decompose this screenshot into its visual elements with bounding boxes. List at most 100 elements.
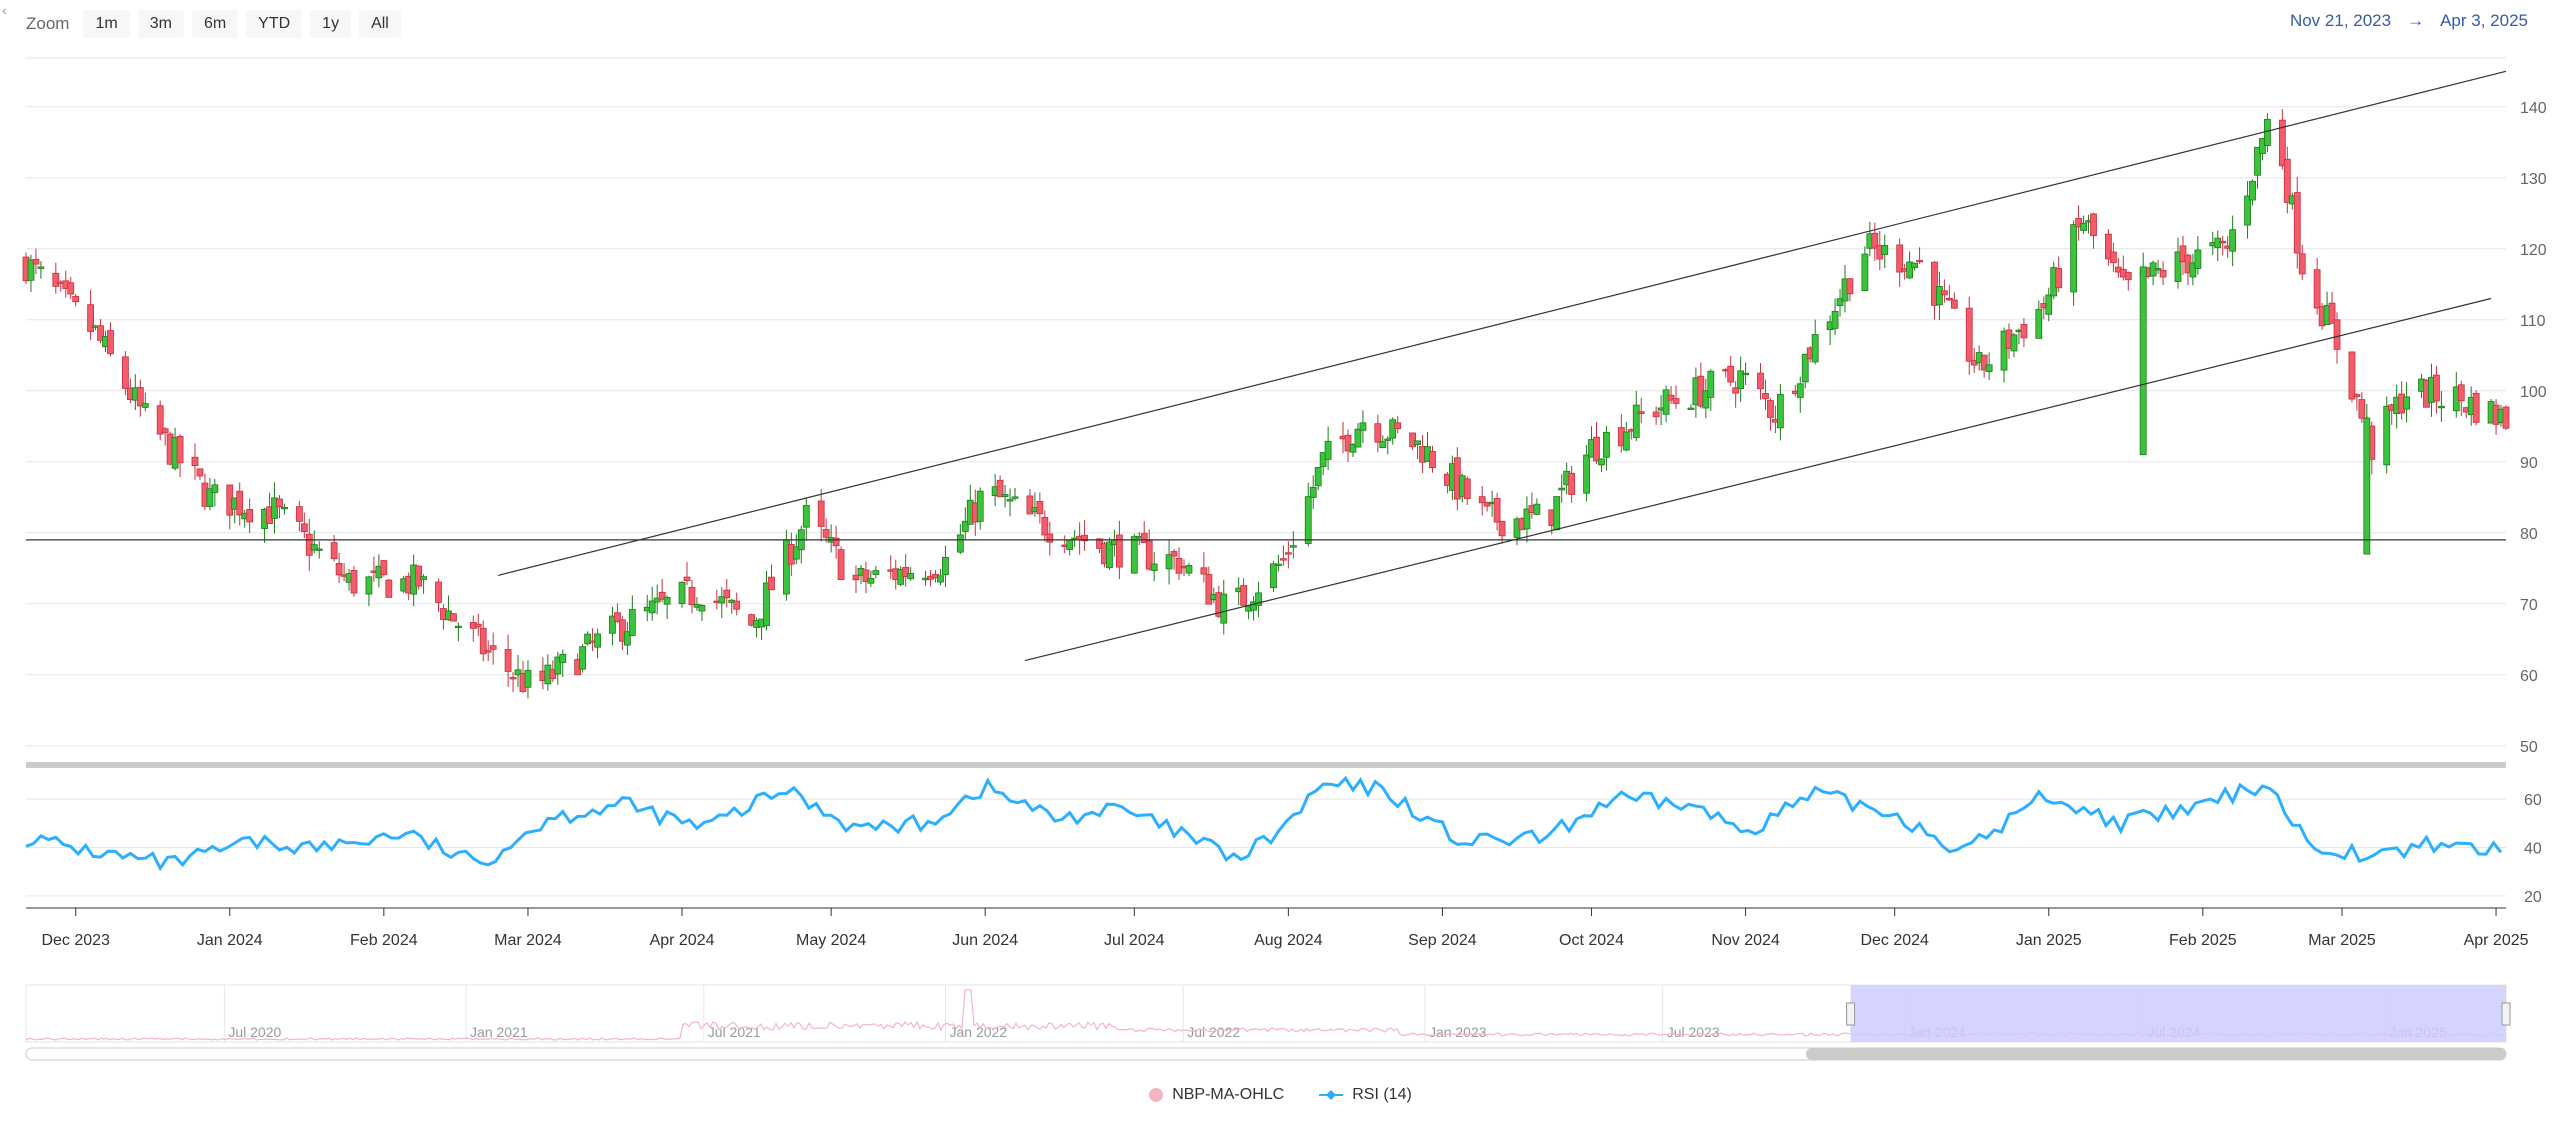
candle-body[interactable] bbox=[1493, 498, 1501, 523]
candle-body[interactable] bbox=[872, 570, 880, 575]
candle-body[interactable] bbox=[907, 573, 915, 580]
candle-body[interactable] bbox=[2249, 180, 2256, 201]
candle-body[interactable] bbox=[330, 542, 338, 560]
candle-body[interactable] bbox=[1359, 422, 1367, 431]
candle-body[interactable] bbox=[435, 581, 442, 603]
zoom-1m-button[interactable]: 1m bbox=[83, 10, 130, 38]
candle-body[interactable] bbox=[2045, 294, 2053, 315]
candle-body[interactable] bbox=[315, 548, 323, 551]
candle-body[interactable] bbox=[1950, 299, 1958, 309]
candle-body[interactable] bbox=[1965, 307, 1973, 362]
candle-body[interactable] bbox=[136, 387, 144, 407]
candle-body[interactable] bbox=[450, 613, 457, 622]
candle-body[interactable] bbox=[1896, 244, 1904, 273]
candle-body[interactable] bbox=[956, 534, 964, 553]
candle-body[interactable] bbox=[32, 258, 40, 265]
candle-body[interactable] bbox=[191, 456, 199, 467]
rsi-line[interactable] bbox=[25, 775, 2503, 872]
candle-body[interactable] bbox=[1583, 454, 1590, 494]
candle-body[interactable] bbox=[2020, 324, 2028, 339]
candlestick-series[interactable] bbox=[22, 109, 2510, 699]
candle-body[interactable] bbox=[1429, 451, 1436, 469]
candle-body[interactable] bbox=[683, 576, 691, 582]
candle-body[interactable] bbox=[837, 549, 845, 580]
candle-body[interactable] bbox=[1200, 567, 1208, 575]
candle-body[interactable] bbox=[802, 505, 810, 528]
candle-body[interactable] bbox=[1985, 364, 1993, 372]
candle-body[interactable] bbox=[484, 650, 492, 653]
candle-body[interactable] bbox=[1762, 393, 1769, 400]
candle-body[interactable] bbox=[2219, 240, 2227, 244]
candle-body[interactable] bbox=[1289, 545, 1297, 548]
candle-body[interactable] bbox=[1593, 436, 1600, 462]
candle-body[interactable] bbox=[1170, 551, 1178, 557]
candle-body[interactable] bbox=[107, 330, 114, 355]
candle-body[interactable] bbox=[1553, 496, 1561, 531]
candle-body[interactable] bbox=[2080, 222, 2087, 231]
navigator-handle[interactable] bbox=[1846, 1002, 1856, 1026]
candle-body[interactable] bbox=[2035, 308, 2043, 339]
candle-body[interactable] bbox=[454, 625, 462, 629]
candle-body[interactable] bbox=[1304, 496, 1312, 544]
candle-body[interactable] bbox=[1940, 290, 1948, 296]
candle-body[interactable] bbox=[1603, 431, 1610, 458]
candle-body[interactable] bbox=[2363, 417, 2371, 555]
candle-body[interactable] bbox=[1568, 472, 1576, 495]
candle-body[interactable] bbox=[832, 537, 840, 547]
candle-body[interactable] bbox=[1279, 558, 1287, 561]
candle-body[interactable] bbox=[1284, 552, 1292, 555]
candle-body[interactable] bbox=[1811, 334, 1819, 363]
candle-body[interactable] bbox=[1394, 422, 1402, 430]
candle-body[interactable] bbox=[72, 295, 80, 303]
candle-body[interactable] bbox=[52, 272, 60, 287]
candle-body[interactable] bbox=[1130, 536, 1138, 574]
candle-body[interactable] bbox=[300, 523, 308, 532]
stock-chart[interactable]: 50 60 70 80 90 100 110 120 130 140 20 40 60 Dec 202… bbox=[0, 0, 2560, 1123]
candle-body[interactable] bbox=[768, 576, 775, 591]
candle-body[interactable] bbox=[688, 586, 696, 606]
pane-separator[interactable] bbox=[26, 762, 2506, 768]
candle-body[interactable] bbox=[2159, 269, 2167, 278]
candle-body[interactable] bbox=[479, 627, 487, 655]
candle-body[interactable] bbox=[196, 468, 204, 477]
candle-body[interactable] bbox=[852, 574, 860, 581]
candle-body[interactable] bbox=[678, 581, 686, 605]
candle-body[interactable] bbox=[1384, 438, 1392, 441]
candle-body[interactable] bbox=[2472, 392, 2480, 423]
candle-body[interactable] bbox=[1558, 487, 1566, 491]
candle-body[interactable] bbox=[1598, 458, 1605, 466]
candle-body[interactable] bbox=[1011, 496, 1019, 499]
navigator-selection[interactable] bbox=[1850, 985, 2506, 1042]
candle-body[interactable] bbox=[1936, 286, 1943, 306]
candle-body[interactable] bbox=[2333, 319, 2341, 350]
candle-body[interactable] bbox=[976, 490, 984, 522]
candle-body[interactable] bbox=[1175, 557, 1183, 574]
zoom-all-button[interactable]: All bbox=[359, 10, 401, 38]
candle-body[interactable] bbox=[365, 576, 373, 595]
candle-body[interactable] bbox=[1275, 563, 1282, 566]
candle-body[interactable] bbox=[1374, 423, 1382, 443]
candle-body[interactable] bbox=[1354, 428, 1362, 448]
candle-body[interactable] bbox=[161, 428, 169, 434]
candle-body[interactable] bbox=[942, 556, 949, 576]
navigator[interactable]: Jul 2020 Jan 2021 Jul 2021 Jan 2022 Jul 2022… bbox=[25, 984, 2511, 1061]
candle-body[interactable] bbox=[2502, 406, 2510, 429]
candle-body[interactable] bbox=[1006, 499, 1014, 502]
candle-body[interactable] bbox=[1533, 503, 1541, 515]
candle-body[interactable] bbox=[1707, 370, 1715, 398]
collapse-arrow-icon[interactable]: ‹ bbox=[2, 2, 7, 18]
zoom-ytd-button[interactable]: YTD bbox=[246, 10, 303, 38]
candle-body[interactable] bbox=[1165, 554, 1173, 570]
candle-body[interactable] bbox=[594, 633, 601, 648]
zoom-6m-button[interactable]: 6m bbox=[191, 10, 239, 38]
candle-body[interactable] bbox=[1185, 565, 1193, 574]
candle-body[interactable] bbox=[663, 596, 671, 605]
candle-body[interactable] bbox=[2383, 405, 2391, 466]
candle-body[interactable] bbox=[380, 560, 388, 575]
legend-item-ohlc[interactable]: NBP-MA-OHLC bbox=[1148, 1086, 1284, 1104]
candle-body[interactable] bbox=[474, 623, 482, 628]
candle-body[interactable] bbox=[236, 490, 244, 516]
candle-body[interactable] bbox=[1046, 533, 1054, 543]
candle-body[interactable] bbox=[1687, 407, 1695, 410]
candle-body[interactable] bbox=[176, 435, 184, 464]
